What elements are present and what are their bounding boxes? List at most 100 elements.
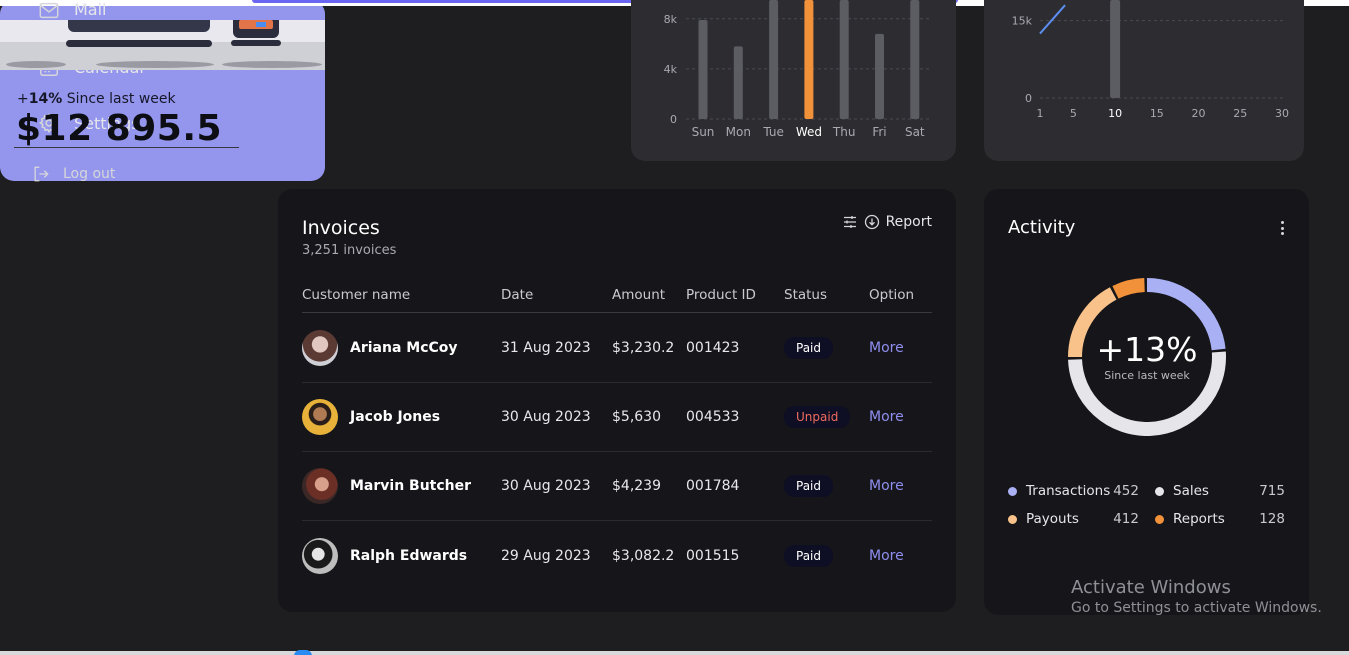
table-header: Customer name Date Amount Product ID Sta…: [302, 287, 932, 313]
avatar: [302, 399, 338, 435]
bar: [875, 33, 884, 119]
legend-item-reports: Reports: [1155, 511, 1225, 527]
column-header[interactable]: Amount: [612, 287, 665, 303]
table-row[interactable]: Jacob Jones 30 Aug 2023 $5,630 004533 Un…: [302, 383, 932, 452]
bar: [769, 0, 779, 119]
donut-center: +13% Since last week: [1065, 275, 1229, 439]
weekly-bar-chart: 0 4k 8k Sun Mon Tue Wed Thu Fri Sat: [664, 0, 931, 139]
table-row[interactable]: Ralph Edwards 29 Aug 2023 $3,082.2 00151…: [302, 521, 932, 590]
product-id: 001515: [686, 547, 740, 564]
legend-dot: [1008, 514, 1017, 524]
more-link[interactable]: More: [869, 478, 904, 494]
column-header[interactable]: Customer name: [302, 287, 410, 303]
legend-value: 412: [1113, 511, 1139, 527]
customer-name: Ralph Edwards: [350, 547, 468, 564]
invoices-title: Invoices: [302, 217, 380, 239]
activity-card: Activity +13% Since last week Transactio…: [984, 189, 1309, 615]
legend-label: Reports: [1173, 511, 1225, 527]
y-tick-label: 0: [1025, 92, 1032, 105]
legend-label: Sales: [1173, 483, 1209, 499]
legend-dot: [1155, 514, 1164, 524]
invoices-count: 3,251 invoices: [302, 243, 397, 258]
more-link[interactable]: More: [869, 340, 904, 356]
revenue-change: +14% Since last week: [17, 91, 176, 107]
legend-dot: [1155, 486, 1164, 496]
avatar: [302, 537, 338, 574]
invoice-amount: $3,230.2: [612, 340, 675, 356]
illustration-laptop: [68, 20, 210, 32]
column-header[interactable]: Product ID: [686, 287, 756, 303]
scroll-indicator: [294, 650, 312, 655]
more-link[interactable]: More: [869, 548, 904, 564]
report-button[interactable]: Report: [842, 214, 932, 230]
filter-sliders-icon: [843, 216, 856, 228]
change-prefix: +: [17, 91, 29, 107]
customer-name: Jacob Jones: [350, 409, 441, 425]
bar: [733, 46, 743, 119]
status-badge: Paid: [784, 337, 834, 359]
customer-name: Ariana McCoy: [350, 340, 458, 356]
monthly-line-chart: 015k1 5 10 15 20 25 30: [1012, 0, 1289, 120]
logout-icon: [34, 166, 49, 182]
logout-button[interactable]: Log out: [31, 164, 115, 184]
column-header[interactable]: Date: [501, 287, 533, 303]
x-tick-label: Tue: [762, 125, 784, 139]
x-tick-label: Thu: [832, 125, 856, 139]
status-badge: Paid: [784, 475, 834, 497]
weekly-chart-card: 0 4k 8k Sun Mon Tue Wed Thu Fri Sat: [631, 0, 956, 161]
report-label: Report: [885, 214, 932, 230]
illustration-shadow: [96, 61, 214, 68]
activity-since: Since last week: [1104, 368, 1190, 382]
watermark-subtitle: Go to Settings to activate Windows.: [1071, 600, 1322, 616]
bar: [698, 20, 708, 119]
legend-value: 128: [1259, 511, 1285, 527]
x-tick-label: 25: [1233, 107, 1247, 120]
bar: [839, 0, 849, 119]
table-row[interactable]: Marvin Butcher 30 Aug 2023 $4,239 001784…: [302, 452, 932, 521]
change-since: Since last week: [66, 91, 176, 107]
illustration-shadow: [6, 61, 66, 68]
y-tick-label: 15k: [1012, 15, 1033, 28]
bar: [1110, 0, 1121, 98]
legend-item-payouts: Payouts: [1008, 511, 1079, 527]
x-tick-label: 5: [1070, 107, 1077, 120]
avatar: [302, 330, 338, 366]
activity-donut: +13% Since last week: [1065, 275, 1229, 439]
table-row[interactable]: Ariana McCoy 31 Aug 2023 $3,230.2 001423…: [302, 314, 932, 383]
invoice-date: 30 Aug 2023: [501, 409, 591, 425]
y-tick-label: 0: [670, 113, 677, 126]
download-circle-icon: [864, 214, 879, 230]
x-tick-label: 20: [1192, 107, 1206, 120]
product-id: 004533: [686, 409, 740, 425]
legend-value: 452: [1113, 483, 1139, 499]
more-link[interactable]: More: [869, 409, 904, 425]
customer-name: Marvin Butcher: [350, 478, 472, 494]
invoice-date: 31 Aug 2023: [501, 340, 591, 356]
sidebar-item-mail[interactable]: Mail: [38, 0, 107, 22]
activity-title: Activity: [1008, 217, 1076, 238]
x-tick-label: 30: [1275, 107, 1289, 120]
column-header[interactable]: Option: [869, 287, 914, 303]
activity-percent: +13%: [1096, 329, 1198, 369]
monthly-chart-card: 0 15k 1 5 10 15 20 25 30: [984, 0, 1304, 161]
illustration-laptop-base: [66, 40, 212, 47]
x-tick-label: 10: [1108, 107, 1122, 120]
column-header[interactable]: Status: [784, 287, 827, 303]
x-tick-label: 15: [1150, 107, 1164, 120]
status-badge: Paid: [784, 544, 834, 567]
x-tick-label: Sat: [905, 125, 925, 139]
product-id: 001784: [686, 478, 740, 494]
y-tick-label: 4k: [664, 63, 678, 76]
illustration-device-base: [231, 40, 281, 46]
logout-label: Log out: [63, 166, 116, 182]
y-tick-label: 8k: [664, 13, 678, 26]
product-id: 001423: [686, 340, 740, 356]
x-tick-label: Mon: [726, 125, 751, 139]
more-vertical-icon[interactable]: [1279, 221, 1285, 237]
legend-label: Payouts: [1026, 511, 1079, 527]
series-line: [1039, 4, 1066, 35]
legend-item-transactions: Transactions: [1008, 483, 1110, 499]
legend-dot: [1008, 486, 1017, 496]
x-tick-label: Sun: [692, 125, 715, 139]
illustration-device-screen-detail: [256, 22, 266, 27]
